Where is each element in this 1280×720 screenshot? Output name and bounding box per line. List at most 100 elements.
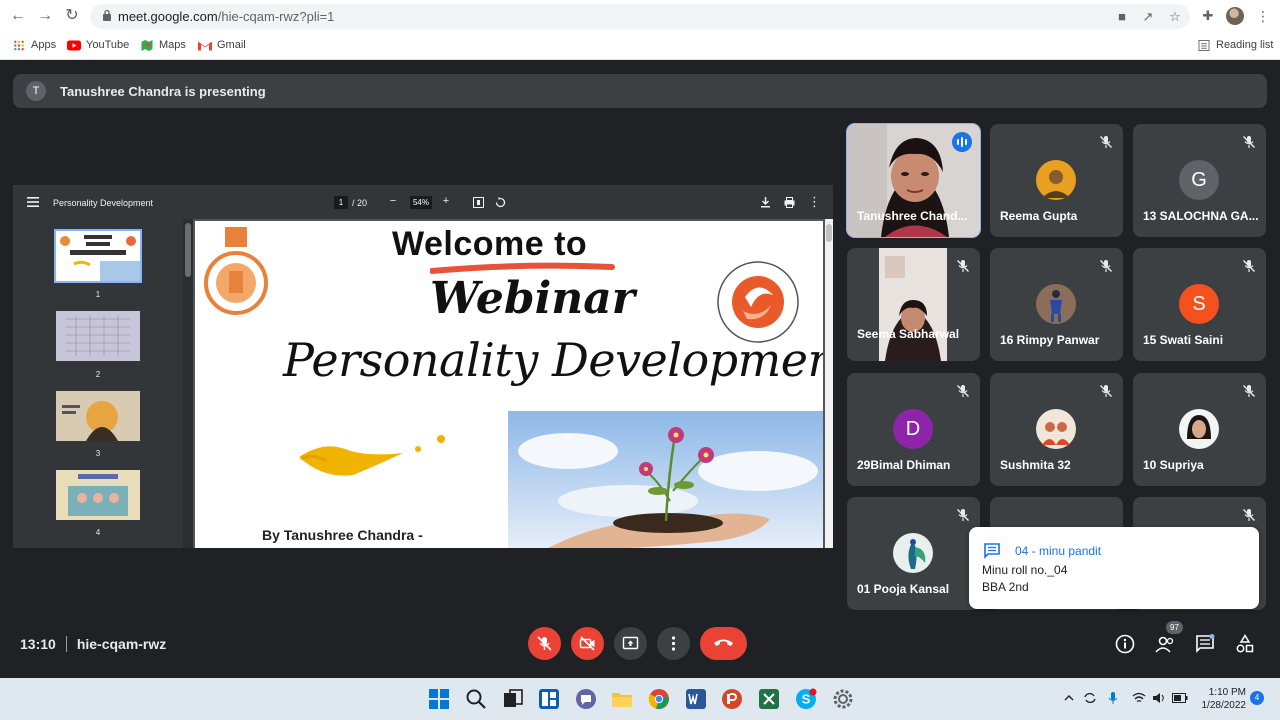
excel-icon[interactable] xyxy=(758,688,780,710)
participant-tile[interactable]: Sushmita 32 xyxy=(990,373,1123,486)
participant-name: Reema Gupta xyxy=(1000,209,1078,223)
meeting-details-icon[interactable] xyxy=(1115,634,1135,654)
camera-icon[interactable]: ■ xyxy=(1114,10,1130,24)
zoom-input[interactable]: 54% xyxy=(410,196,432,209)
participant-name: Tanushree Chand... xyxy=(857,209,968,223)
download-icon[interactable] xyxy=(760,197,771,208)
participant-tile[interactable]: 10 Supriya xyxy=(1133,373,1266,486)
participant-video xyxy=(879,248,947,361)
meeting-time: 13:10 xyxy=(20,636,56,652)
notification-badge[interactable]: 4 xyxy=(1250,691,1264,705)
presenting-text: Tanushree Chandra is presenting xyxy=(60,84,266,99)
apps-grid-icon xyxy=(14,40,24,50)
more-vert-icon xyxy=(671,636,676,651)
reading-list-label: Reading list xyxy=(1216,39,1274,51)
menu-icon[interactable] xyxy=(27,197,39,207)
slide-scroll-thumb[interactable] xyxy=(826,224,832,242)
reading-list[interactable]: Reading list xyxy=(1197,37,1273,53)
word-icon[interactable] xyxy=(685,688,707,710)
task-view-icon[interactable] xyxy=(502,688,524,710)
microphone-icon[interactable] xyxy=(1108,691,1118,705)
teams-chat-icon[interactable] xyxy=(575,688,597,710)
thumbnail-page-3[interactable] xyxy=(56,391,140,441)
skype-icon[interactable]: S xyxy=(795,688,817,710)
forward-icon[interactable]: → xyxy=(35,6,55,26)
mic-toggle-button[interactable] xyxy=(528,627,561,660)
participant-tile[interactable]: Tanushree Chand... xyxy=(846,123,981,238)
thumbnail-page-1[interactable] xyxy=(54,229,142,283)
reload-icon[interactable]: ↻ xyxy=(62,6,82,26)
more-options-button[interactable] xyxy=(657,627,690,660)
chrome-menu-icon[interactable]: ⋮ xyxy=(1256,7,1270,25)
thumbnail-preview xyxy=(56,231,140,281)
camera-toggle-button[interactable] xyxy=(571,627,604,660)
chat-notification[interactable]: 04 - minu pandit Minu roll no._04 BBA 2n… xyxy=(969,527,1259,609)
participant-avatar xyxy=(1036,284,1076,324)
print-icon[interactable] xyxy=(784,197,795,208)
participant-tile[interactable]: 16 Rimpy Panwar xyxy=(990,248,1123,361)
participant-avatar: G xyxy=(1179,160,1219,200)
pdf-title: Personality Development xyxy=(53,198,154,208)
leave-call-button[interactable] xyxy=(700,627,747,660)
back-icon[interactable]: ← xyxy=(8,6,28,26)
chat-icon[interactable] xyxy=(1195,634,1215,654)
bookmark-youtube[interactable]: YouTube xyxy=(67,37,129,53)
thumbnail-scrollbar[interactable] xyxy=(183,219,193,548)
rotate-icon[interactable] xyxy=(495,197,506,208)
thumbnail-page-2[interactable] xyxy=(56,311,140,361)
chevron-up-icon[interactable] xyxy=(1063,692,1075,704)
slide-scrollbar[interactable] xyxy=(825,219,833,548)
extensions-icon[interactable]: ✚ xyxy=(1200,8,1216,24)
sync-icon[interactable] xyxy=(1083,691,1097,705)
widgets-icon[interactable] xyxy=(538,688,560,710)
chrome-icon[interactable] xyxy=(648,688,670,710)
powerpoint-icon[interactable] xyxy=(721,688,743,710)
bookmark-gmail[interactable]: Gmail xyxy=(198,37,246,53)
file-explorer-icon[interactable] xyxy=(611,688,633,710)
participant-name: Sushmita 32 xyxy=(1000,458,1071,472)
reading-list-icon xyxy=(1198,39,1210,51)
activities-icon[interactable] xyxy=(1235,634,1255,654)
star-icon[interactable]: ☆ xyxy=(1167,10,1183,24)
profile-avatar[interactable] xyxy=(1226,7,1244,25)
participant-tile[interactable]: 01 Pooja Kansal xyxy=(847,497,980,610)
flower-hand-photo xyxy=(508,411,823,548)
zoom-out-icon[interactable]: − xyxy=(388,195,398,207)
participant-tile[interactable]: Reema Gupta xyxy=(990,124,1123,237)
search-icon[interactable] xyxy=(465,688,487,710)
zoom-in-icon[interactable]: + xyxy=(441,195,451,207)
people-icon[interactable] xyxy=(1155,634,1175,654)
bookmark-apps[interactable]: Apps xyxy=(12,37,56,53)
system-clock[interactable]: 1:10 PM 1/28/2022 xyxy=(1186,686,1247,712)
volume-icon[interactable] xyxy=(1152,692,1166,704)
participant-tile[interactable]: Seema Sabharwal xyxy=(847,248,980,361)
slide-page: Welcome to Webinar Personality Developme… xyxy=(195,221,823,548)
participant-tile[interactable]: D 29Bimal Dhiman xyxy=(847,373,980,486)
share-icon[interactable]: ↗ xyxy=(1140,10,1156,24)
bookmark-maps[interactable]: Maps xyxy=(140,37,186,53)
address-bar[interactable]: meet.google.com/hie-cqam-rwz?pli=1 ■ ↗ ☆ xyxy=(90,4,1190,29)
participant-name: 10 Supriya xyxy=(1143,458,1204,472)
gmail-icon xyxy=(198,41,212,50)
thumbnail-number: 4 xyxy=(95,528,101,537)
mic-off-icon xyxy=(1243,136,1255,148)
pdf-more-icon[interactable]: ⋮ xyxy=(808,194,821,210)
chat-sender: 04 - minu pandit xyxy=(1015,544,1102,558)
thumbnail-scroll-thumb[interactable] xyxy=(185,223,191,277)
mic-off-icon xyxy=(1100,260,1112,272)
wifi-icon[interactable] xyxy=(1132,692,1146,704)
page-number-input[interactable]: 1 xyxy=(334,196,348,209)
fit-page-icon[interactable] xyxy=(473,197,484,208)
thumbnail-page-4[interactable] xyxy=(56,470,140,520)
thumbnail-number: 2 xyxy=(95,370,101,379)
settings-icon[interactable] xyxy=(832,688,854,710)
participant-tile[interactable]: S 15 Swati Saini xyxy=(1133,248,1266,361)
clock-date: 1/28/2022 xyxy=(1201,700,1247,711)
participant-tile[interactable]: G 13 SALOCHNA GA... xyxy=(1133,124,1266,237)
meeting-info: 13:10 hie-cqam-rwz xyxy=(20,636,166,652)
bookmark-label: Gmail xyxy=(217,39,246,51)
present-now-button[interactable] xyxy=(614,627,647,660)
windows-start-icon[interactable] xyxy=(428,688,450,710)
participant-avatar: S xyxy=(1179,284,1219,324)
participant-name: 16 Rimpy Panwar xyxy=(1000,333,1100,347)
